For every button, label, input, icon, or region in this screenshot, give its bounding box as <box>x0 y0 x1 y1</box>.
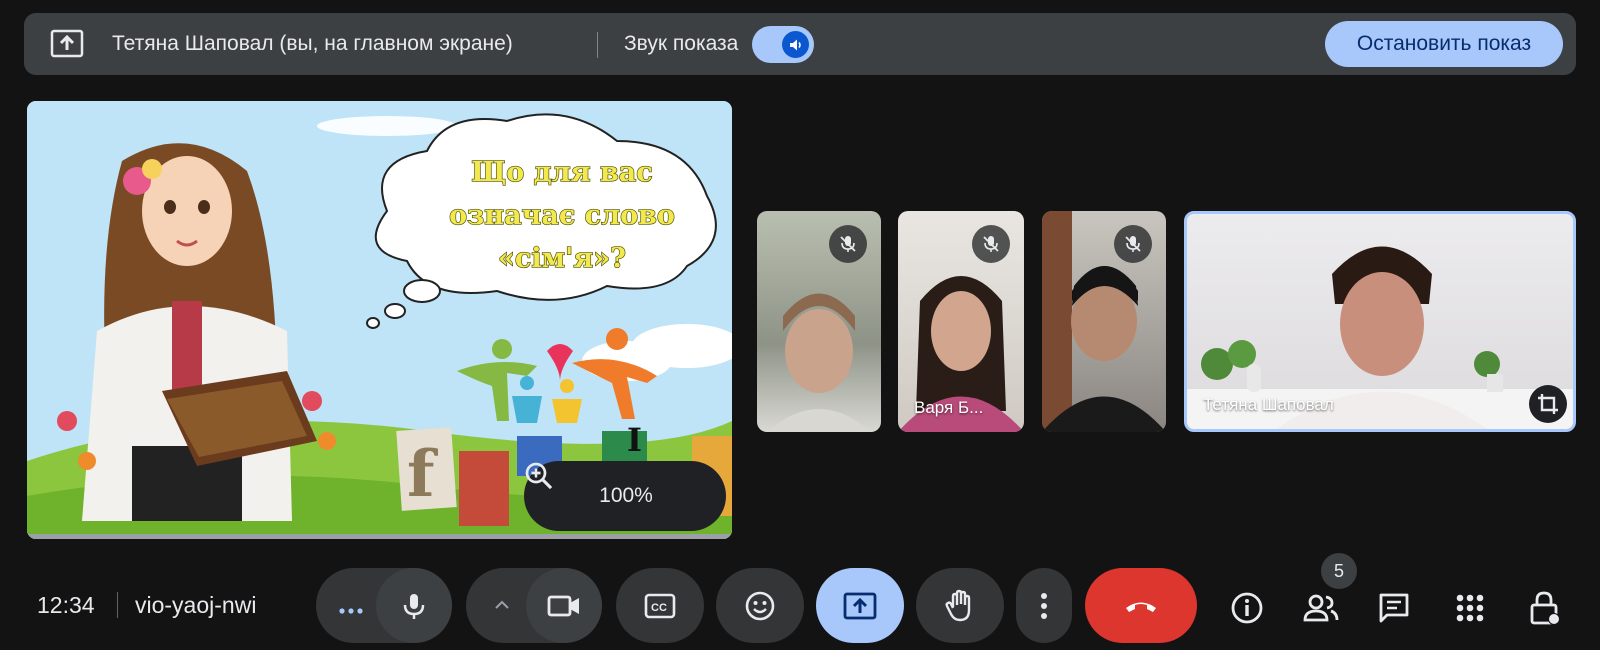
slide-question-line-3: «сім'я»? <box>497 242 626 274</box>
camera-button[interactable] <box>526 568 602 643</box>
crop-icon[interactable] <box>1529 385 1567 423</box>
slide-question-line-2: означає слово <box>448 199 675 231</box>
bottom-divider <box>117 592 118 618</box>
more-options-button[interactable] <box>1016 568 1072 643</box>
slide-question-text: Що для вас означає слово «сім'я»? <box>412 151 712 280</box>
hand-icon <box>945 589 971 621</box>
mic-off-icon <box>972 225 1010 263</box>
audio-control-group <box>316 568 452 643</box>
meet-window: Тетяна Шаповал (вы, на главном экране) З… <box>0 0 1600 650</box>
chat-icon[interactable] <box>1374 588 1414 628</box>
videocam-icon <box>547 595 579 616</box>
emoji-icon <box>745 591 775 620</box>
stop-presenting-button[interactable]: Остановить показ <box>1325 21 1563 67</box>
participant-tile-self[interactable]: Тетяна Шаповал <box>1184 211 1576 432</box>
meeting-details-info-icon[interactable] <box>1227 588 1267 628</box>
zoom-controls: 100% <box>524 461 726 531</box>
raise-hand-button[interactable] <box>916 568 1004 643</box>
closed-captions-icon: CC <box>644 593 676 618</box>
presenting-banner: Тетяна Шаповал (вы, на главном экране) З… <box>24 13 1576 75</box>
reactions-button[interactable] <box>716 568 804 643</box>
shared-screen: f I Що для вас означає слово «сім'я»? 10… <box>27 101 732 539</box>
call-end-icon <box>1126 602 1156 612</box>
slide-letter-f: f <box>407 437 438 512</box>
zoom-level: 100% <box>599 484 653 507</box>
presentation-sound-label: Звук показа <box>624 32 739 55</box>
more-vert-icon <box>1041 592 1047 619</box>
participant-tile-3[interactable] <box>1042 211 1166 432</box>
volume-icon <box>782 31 809 58</box>
presentation-sound-toggle[interactable] <box>752 26 814 63</box>
slide-bottom-bar <box>27 534 732 539</box>
participant-tile-1[interactable] <box>757 211 881 432</box>
participant-name-self: Тетяна Шаповал <box>1203 395 1334 414</box>
video-options-chevron-up-icon[interactable] <box>494 598 510 616</box>
presenter-label: Тетяна Шаповал (вы, на главном экране) <box>112 32 513 55</box>
meeting-code: vio-yaoj-nwi <box>135 592 257 618</box>
svg-text:I: I <box>627 421 642 459</box>
people-icon[interactable] <box>1301 588 1341 628</box>
participant-name-2: Варя Б... <box>914 398 984 417</box>
banner-divider <box>597 32 598 58</box>
leave-call-button[interactable] <box>1085 568 1197 643</box>
svg-text:CC: CC <box>651 602 667 614</box>
current-time: 12:34 <box>37 592 95 618</box>
captions-button[interactable]: CC <box>616 568 704 643</box>
mic-off-icon <box>829 225 867 263</box>
host-controls-lock-icon[interactable] <box>1525 588 1565 628</box>
video-control-group <box>466 568 602 643</box>
present-button[interactable] <box>816 568 904 643</box>
present-to-all-icon <box>50 29 84 58</box>
mic-button[interactable] <box>376 568 452 643</box>
zoom-in-icon[interactable] <box>525 462 710 513</box>
mic-off-icon <box>1114 225 1152 263</box>
mic-icon <box>403 593 425 619</box>
audio-options-icon[interactable] <box>338 602 364 620</box>
participant-tile-2[interactable]: Варя Б... <box>898 211 1024 432</box>
slide-question-line-1: Що для вас <box>471 156 654 188</box>
present-to-all-icon <box>843 592 877 619</box>
activities-apps-icon[interactable] <box>1450 588 1490 628</box>
participants-count-badge: 5 <box>1321 553 1357 589</box>
